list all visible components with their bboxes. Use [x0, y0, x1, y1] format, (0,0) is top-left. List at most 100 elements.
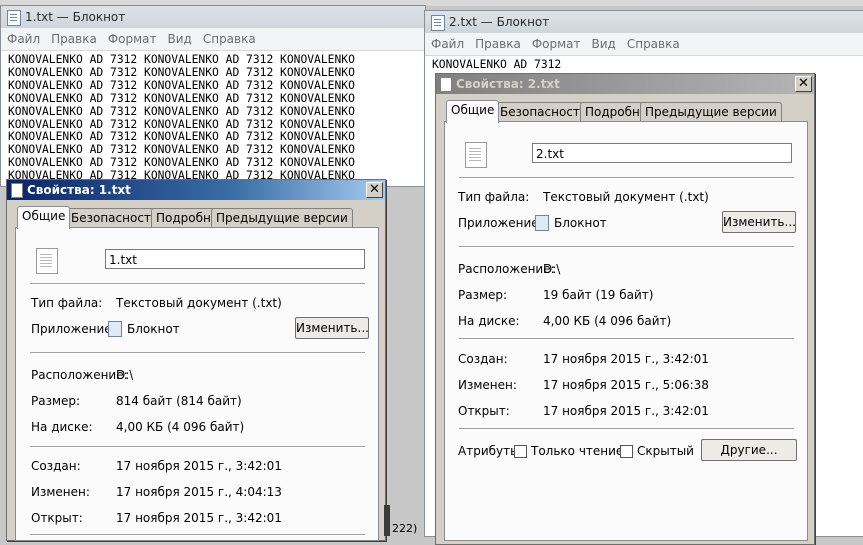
text-line: KONOVALENKO AD 7312 KONOVALENKO AD 7312 … — [8, 78, 355, 92]
menu-edit[interactable]: Правка — [51, 32, 97, 46]
accessed-value: 17 ноября 2015 г., 3:42:01 — [116, 511, 282, 525]
text-file-icon — [36, 248, 58, 274]
size-on-disk-label: На диске: — [458, 314, 520, 328]
notepad-2-menubar: Файл Правка Формат Вид Справка — [425, 33, 863, 56]
menu-view[interactable]: Вид — [592, 37, 616, 51]
file-type-label: Тип файла: — [31, 296, 103, 310]
close-button[interactable]: ✕ — [366, 182, 383, 198]
location-value: D:\ — [543, 262, 561, 276]
properties-dialog-2[interactable]: Свойства: 2.txt ✕ Общие Безопасность Под… — [435, 73, 815, 545]
text-line: KONOVALENKO AD 7312 KONOVALENKO AD 7312 … — [8, 53, 355, 66]
location-label: Расположение: — [31, 368, 128, 382]
divider — [459, 338, 794, 340]
text-line: KONOVALENKO AD 7312 KONOVALENKO AD 7312 … — [8, 91, 355, 105]
application-label: Приложение: — [31, 322, 116, 336]
created-label: Создан: — [31, 459, 81, 473]
location-label: Расположение: — [458, 262, 555, 276]
divider — [30, 446, 365, 448]
application-value: Блокнот — [127, 322, 180, 336]
divider — [459, 428, 794, 430]
text-file-icon — [465, 142, 487, 168]
modified-value: 17 ноября 2015 г., 5:06:38 — [543, 378, 709, 392]
change-button[interactable]: Изменить... — [722, 211, 796, 233]
created-value: 17 ноября 2015 г., 3:42:01 — [543, 352, 709, 366]
menu-help[interactable]: Справка — [627, 37, 680, 51]
size-value: 19 байт (19 байт) — [543, 288, 654, 302]
created-value: 17 ноября 2015 г., 3:42:01 — [116, 459, 282, 473]
properties-2-titlebar[interactable]: Свойства: 2.txt ✕ — [436, 74, 814, 94]
text-line: KONOVALENKO AD 7312 — [432, 58, 562, 71]
file-type-label: Тип файла: — [458, 190, 530, 204]
size-on-disk-value: 4,00 КБ (4 096 байт) — [543, 314, 672, 328]
tab-previous-versions[interactable]: Предыдущие версии — [640, 102, 782, 121]
properties-1-titlebar[interactable]: Свойства: 1.txt ✕ — [7, 180, 385, 200]
advanced-attributes-button[interactable]: Другие... — [701, 439, 797, 461]
file-type-value: Текстовый документ (.txt) — [116, 296, 282, 310]
notepad-1-title: 1.txt — Блокнот — [25, 10, 126, 24]
tab-previous-versions[interactable]: Предыдущие версии — [211, 208, 353, 227]
notepad-icon — [108, 321, 122, 337]
filename-input[interactable]: 2.txt — [532, 143, 792, 163]
accessed-label: Открыт: — [31, 511, 83, 525]
divider — [459, 246, 794, 248]
application-label: Приложение: — [458, 216, 543, 230]
tab-general[interactable]: Общие — [17, 206, 71, 229]
background-edge — [384, 505, 390, 536]
notepad-1-menubar: Файл Правка Формат Вид Справка — [1, 28, 425, 51]
properties-dialog-1[interactable]: Свойства: 1.txt ✕ Общие Безопасность Под… — [6, 179, 386, 541]
menu-edit[interactable]: Правка — [475, 37, 521, 51]
divider — [459, 177, 794, 179]
notepad-1-text-area[interactable]: KONOVALENKO AD 7312 KONOVALENKO AD 7312 … — [1, 51, 425, 186]
notepad-2-title: 2.txt — Блокнот — [449, 15, 550, 29]
modified-value: 17 ноября 2015 г., 4:04:13 — [116, 485, 282, 499]
menu-file[interactable]: Файл — [431, 37, 464, 51]
properties-2-title: Свойства: 2.txt — [456, 77, 560, 91]
notepad-icon — [7, 10, 21, 26]
menu-format[interactable]: Формат — [532, 37, 581, 51]
close-icon: ✕ — [798, 76, 809, 91]
notepad-1-titlebar[interactable]: 1.txt — Блокнот — [1, 6, 425, 28]
divider — [30, 352, 365, 354]
close-button[interactable]: ✕ — [795, 76, 812, 92]
hidden-checkbox[interactable] — [620, 445, 633, 458]
document-icon — [11, 183, 23, 198]
hidden-label: Скрытый — [637, 444, 694, 458]
menu-help[interactable]: Справка — [203, 32, 256, 46]
menu-view[interactable]: Вид — [168, 32, 192, 46]
notepad-icon — [431, 15, 445, 31]
readonly-label: Только чтение — [531, 444, 624, 458]
tab-security[interactable]: Безопасность — [495, 102, 592, 121]
created-label: Создан: — [458, 352, 508, 366]
size-value: 814 байт (814 байт) — [116, 394, 242, 408]
filename-input[interactable]: 1.txt — [105, 249, 365, 269]
size-label: Размер: — [31, 394, 81, 408]
properties-2-general-panel: 2.txt Тип файла: Текстовый документ (.tx… — [444, 121, 808, 541]
divider — [30, 283, 365, 285]
tab-general[interactable]: Общие — [446, 100, 500, 123]
properties-1-general-panel: 1.txt Тип файла: Текстовый документ (.tx… — [15, 227, 379, 541]
modified-label: Изменен: — [31, 485, 90, 499]
size-on-disk-value: 4,00 КБ (4 096 байт) — [116, 420, 245, 434]
application-value: Блокнот — [554, 216, 607, 230]
properties-1-title: Свойства: 1.txt — [27, 183, 131, 197]
size-label: Размер: — [458, 288, 508, 302]
readonly-checkbox[interactable] — [514, 445, 527, 458]
tab-security[interactable]: Безопасность — [66, 208, 163, 227]
menu-file[interactable]: Файл — [7, 32, 40, 46]
accessed-value: 17 ноября 2015 г., 3:42:01 — [543, 404, 709, 418]
location-value: D:\ — [116, 368, 134, 382]
file-type-value: Текстовый документ (.txt) — [543, 190, 709, 204]
change-button[interactable]: Изменить... — [295, 317, 369, 339]
background-status-fragment: 222) — [392, 522, 418, 535]
menu-format[interactable]: Формат — [108, 32, 157, 46]
accessed-label: Открыт: — [458, 404, 510, 418]
notepad-2-titlebar[interactable]: 2.txt — Блокнот — [425, 11, 863, 33]
notepad-icon — [535, 215, 549, 231]
modified-label: Изменен: — [458, 378, 517, 392]
document-icon — [440, 77, 452, 92]
notepad-window-1[interactable]: 1.txt — Блокнот Файл Правка Формат Вид Справ… — [0, 5, 426, 187]
text-line: KONOVALENKO AD 7312 KONOVALENKO AD 7312 … — [8, 65, 355, 79]
size-on-disk-label: На диске: — [31, 420, 93, 434]
close-icon: ✕ — [369, 182, 380, 197]
text-line: KONOVALENKO AD 7312 KONOVALENKO AD 7312 … — [8, 104, 355, 118]
